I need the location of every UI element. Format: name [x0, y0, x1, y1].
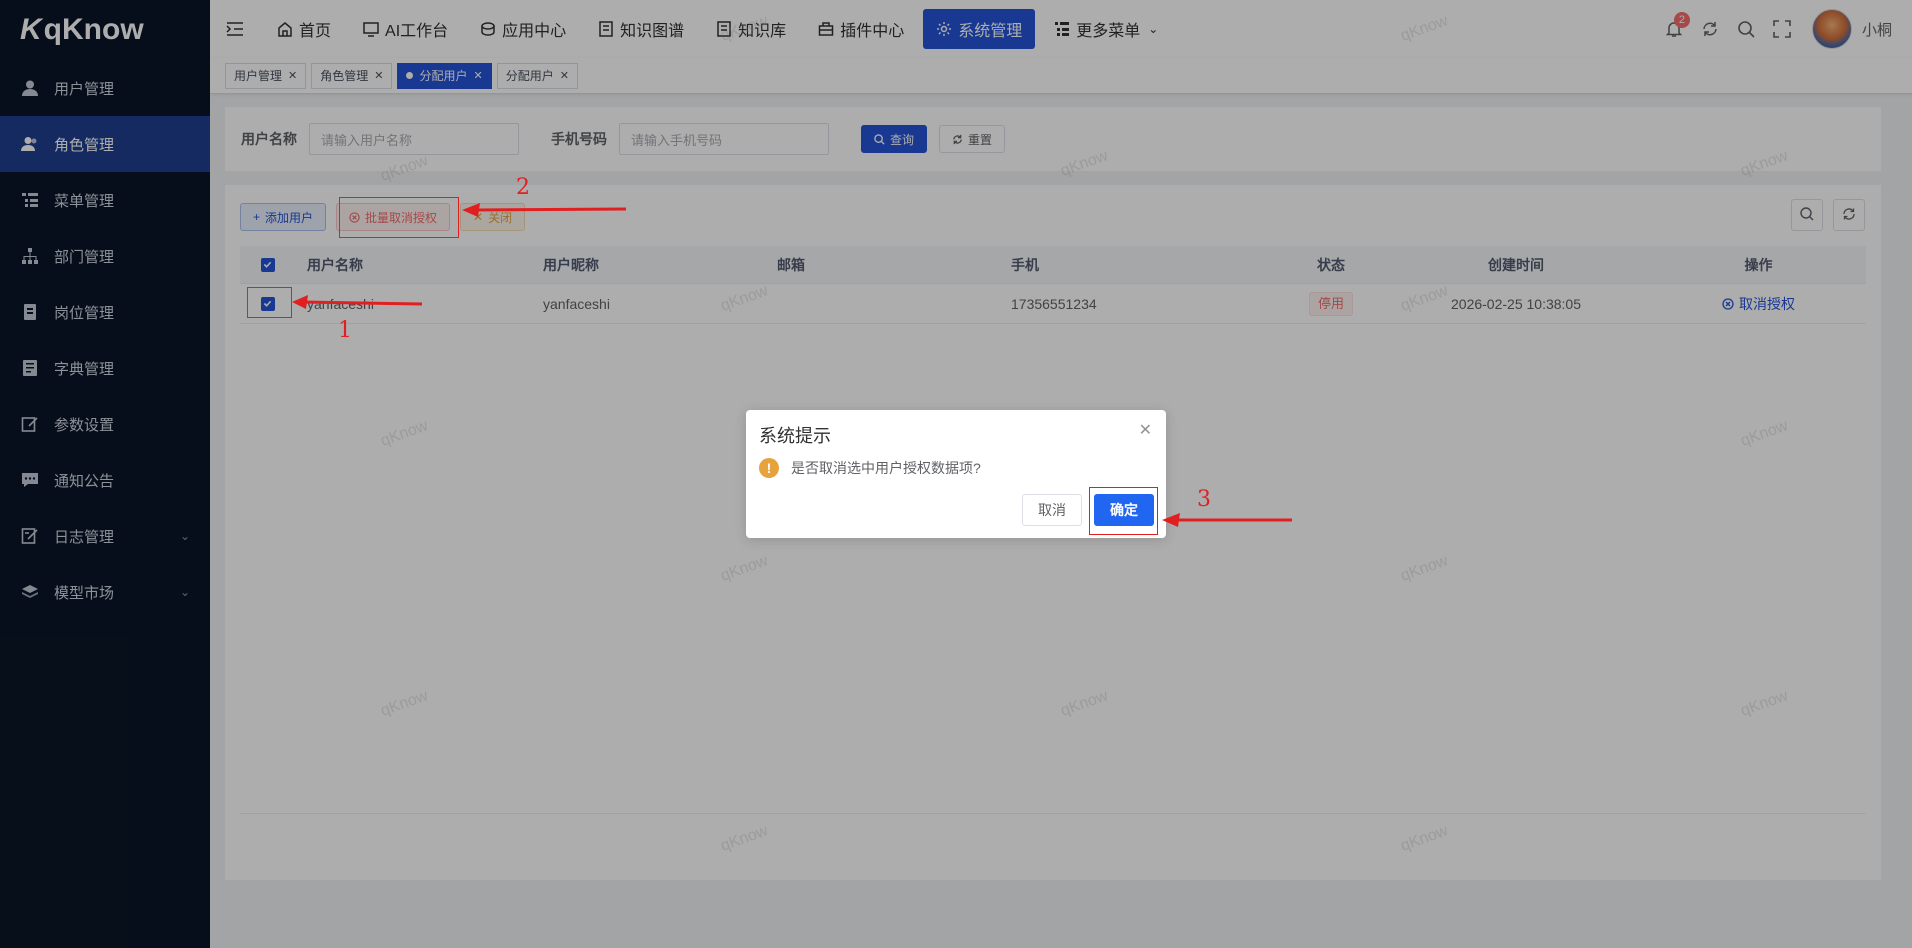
close-icon[interactable]: ✕: [1139, 420, 1152, 440]
dialog-footer: 取消 确定: [1022, 494, 1154, 526]
dialog-title: 系统提示: [759, 426, 831, 446]
confirm-button[interactable]: 确定: [1094, 494, 1154, 526]
confirm-dialog: 系统提示 ✕ ! 是否取消选中用户授权数据项? 取消 确定: [746, 410, 1166, 538]
dialog-body: ! 是否取消选中用户授权数据项?: [759, 458, 981, 478]
dialog-message: 是否取消选中用户授权数据项?: [791, 460, 981, 476]
cancel-button[interactable]: 取消: [1022, 494, 1082, 526]
warning-icon: !: [759, 458, 779, 478]
